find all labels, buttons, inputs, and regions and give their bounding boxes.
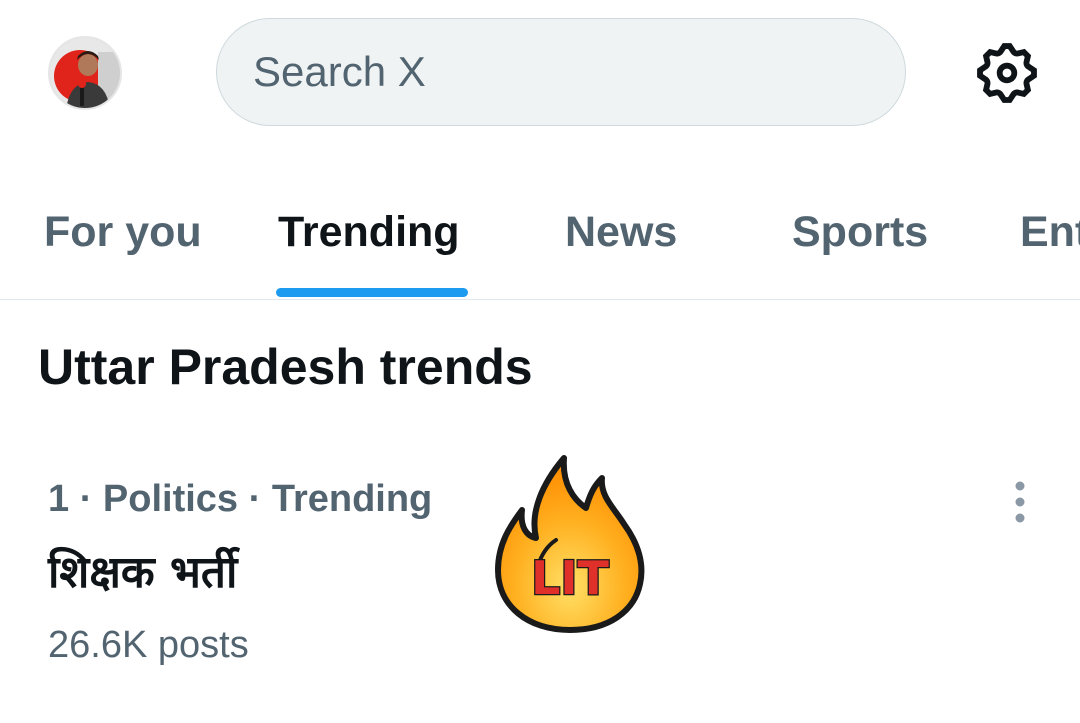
section-title: Uttar Pradesh trends	[38, 339, 533, 395]
active-tab-indicator	[276, 288, 468, 297]
tab-trending[interactable]: Trending	[278, 170, 460, 298]
tab-bar: For you Trending News Sports Ent	[0, 170, 1080, 300]
tab-news[interactable]: News	[565, 170, 677, 298]
top-bar	[0, 0, 1080, 150]
search-input[interactable]	[253, 19, 873, 124]
more-vertical-icon[interactable]	[1000, 480, 1040, 524]
lit-fire-sticker: LIT	[490, 448, 650, 638]
sticker-text: LIT	[531, 551, 609, 605]
trend-item[interactable]: 1 · Politics · Trending शिक्षक भर्ती 26.…	[0, 440, 1080, 700]
trend-post-count: 26.6K posts	[48, 624, 249, 666]
tab-for-you[interactable]: For you	[44, 170, 202, 298]
trend-title: शिक्षक भर्ती	[48, 547, 238, 598]
profile-avatar[interactable]	[48, 36, 122, 110]
tab-sports[interactable]: Sports	[792, 170, 928, 298]
gear-icon[interactable]	[972, 38, 1042, 108]
tab-entertainment[interactable]: Ent	[1020, 170, 1080, 298]
trend-meta: 1 · Politics · Trending	[48, 478, 433, 520]
search-bar[interactable]	[216, 18, 906, 126]
